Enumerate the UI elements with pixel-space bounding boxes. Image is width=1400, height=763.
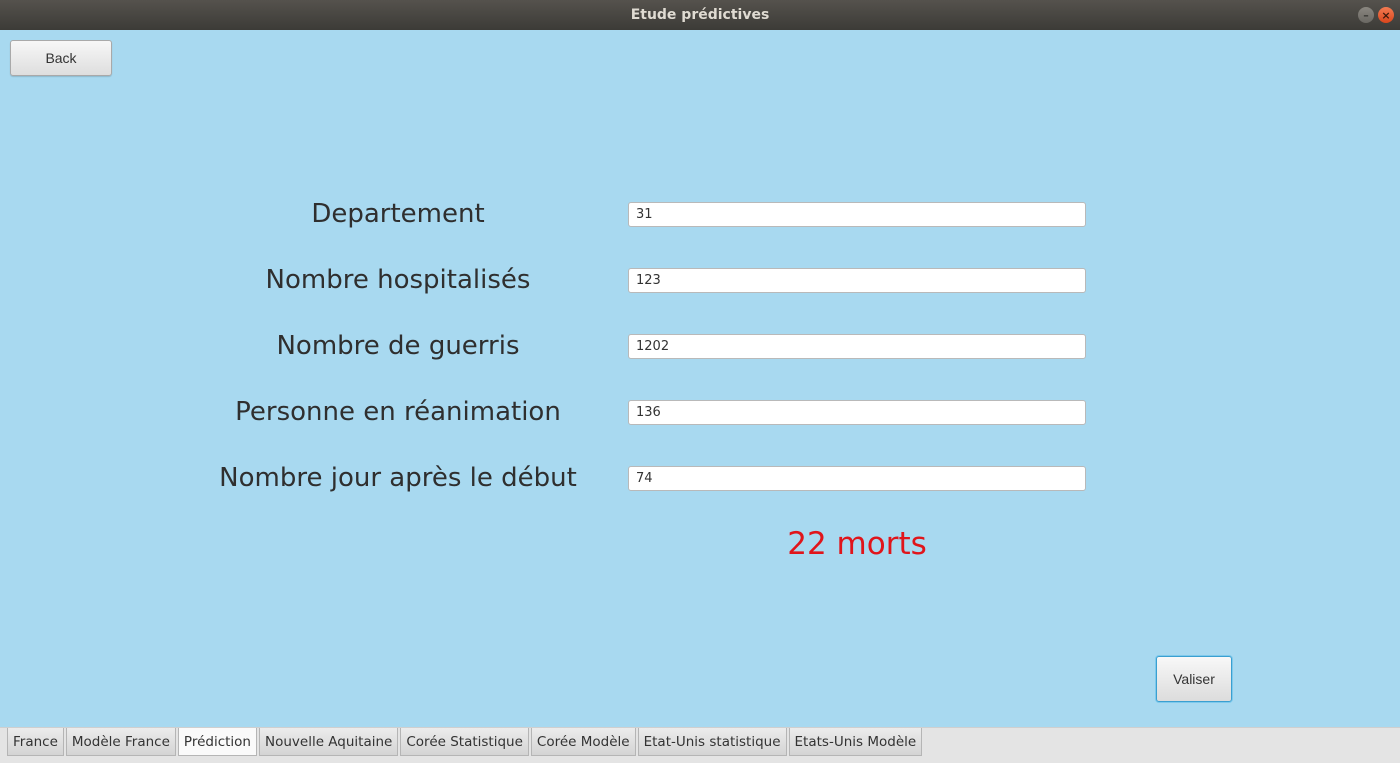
window-titlebar: Etude prédictives – × [0,0,1400,30]
minimize-icon[interactable]: – [1358,7,1374,23]
tab-coree-statistique[interactable]: Corée Statistique [400,728,529,756]
tab-modele-france[interactable]: Modèle France [65,728,176,756]
departement-label: Departement [311,199,485,229]
hospitalises-input[interactable] [628,268,1086,293]
jours-label: Nombre jour après le début [219,463,577,493]
hospitalises-label: Nombre hospitalisés [265,265,531,295]
valider-button[interactable]: Valiser [1156,656,1232,702]
tab-nouvelle-aquitaine[interactable]: Nouvelle Aquitaine [259,728,399,756]
prediction-result: 22 morts [787,526,927,562]
tab-france[interactable]: France [7,728,64,756]
reanimation-label: Personne en réanimation [235,397,561,427]
tab-etat-unis-statistique[interactable]: Etat-Unis statistique [637,728,787,756]
reanimation-input[interactable] [628,400,1086,425]
form-row-jours: Nombre jour après le début [0,458,1400,498]
form-row-reanimation: Personne en réanimation [0,392,1400,432]
form-row-guerris: Nombre de guerris [0,326,1400,366]
main-panel: Back Departement Nombre hospitalisés Nom… [0,30,1400,727]
back-button[interactable]: Back [10,40,112,76]
tab-bar: France Modèle France Prédiction Nouvelle… [0,727,1400,763]
tab-coree-modele[interactable]: Corée Modèle [530,728,636,756]
tab-prediction[interactable]: Prédiction [177,728,257,756]
guerris-label: Nombre de guerris [276,331,520,361]
guerris-input[interactable] [628,334,1086,359]
jours-input[interactable] [628,466,1086,491]
form-row-departement: Departement [0,194,1400,234]
departement-input[interactable] [628,202,1086,227]
form-row-hospitalises: Nombre hospitalisés [0,260,1400,300]
close-icon[interactable]: × [1378,7,1394,23]
window-title: Etude prédictives [630,7,770,23]
tab-etats-unis-modele[interactable]: Etats-Unis Modèle [788,728,923,756]
